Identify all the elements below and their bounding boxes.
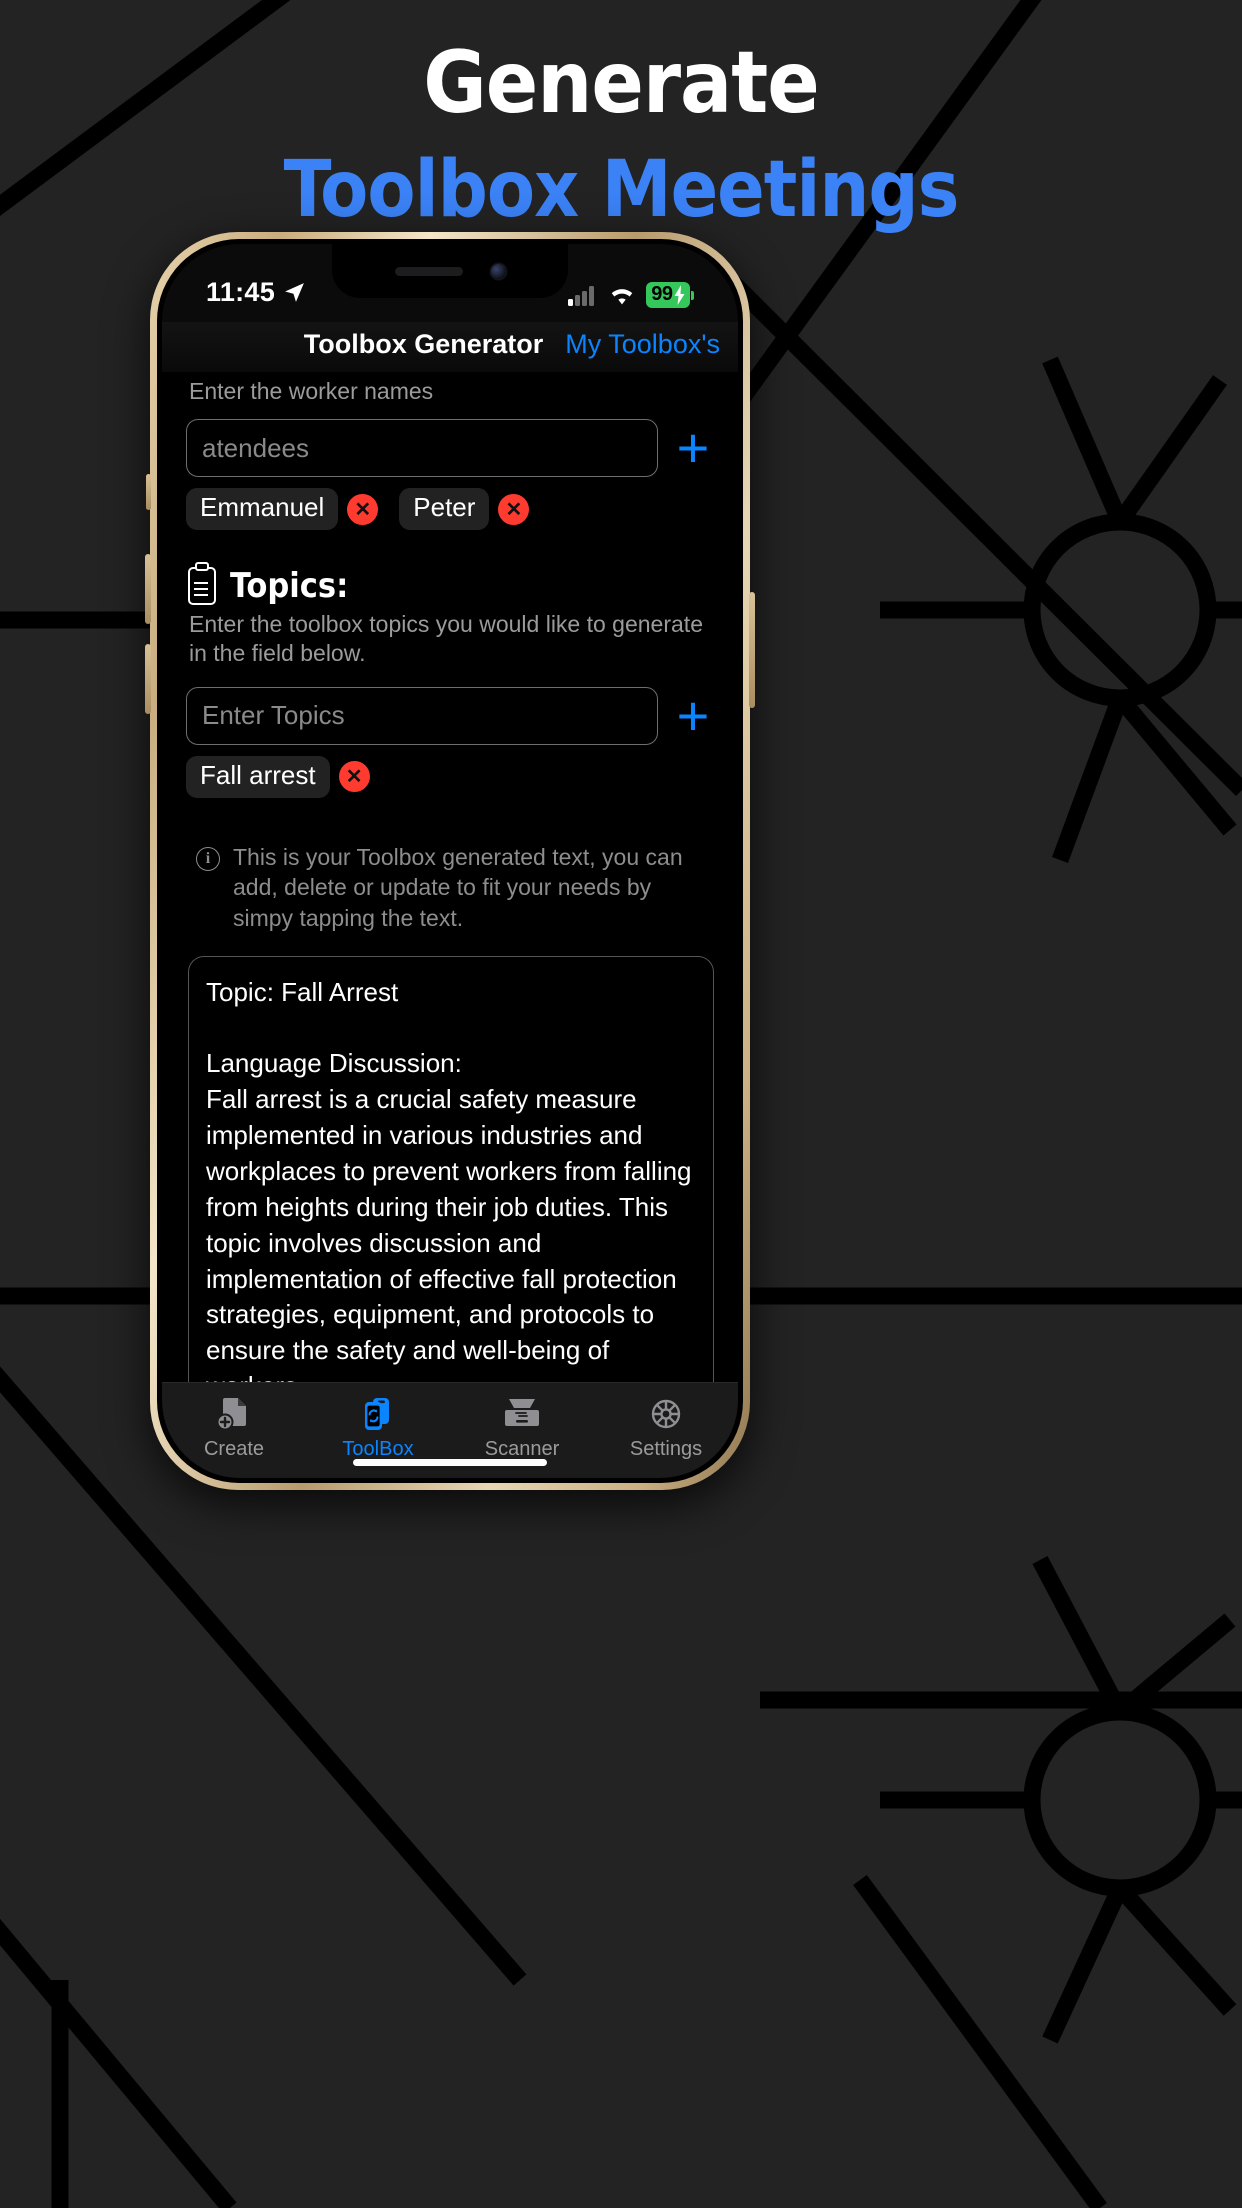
location-arrow-icon: [285, 283, 304, 302]
tab-toolbox[interactable]: ToolBox: [306, 1395, 450, 1461]
page-title: Toolbox Generator: [303, 328, 544, 359]
attendee-chip-list: Emmanuel ✕ Peter ✕: [186, 488, 714, 530]
wifi-icon: [611, 289, 633, 305]
clipboard-icon: [188, 562, 216, 605]
info-circle-icon: i: [196, 846, 220, 871]
tab-label: Settings: [629, 1438, 703, 1460]
my-toolboxes-link[interactable]: My Toolbox's: [565, 329, 720, 360]
gear-icon: [648, 1395, 684, 1433]
topics-heading-row: Topics:: [188, 562, 714, 606]
silent-switch[interactable]: [146, 474, 151, 510]
cellular-signal-icon: [568, 286, 595, 306]
power-button[interactable]: [749, 592, 755, 708]
note-text: This is your Toolbox generated text, you…: [233, 843, 683, 932]
earpiece-speaker: [394, 266, 463, 276]
topic-chip-list: Fall arrest ✕: [186, 755, 714, 798]
tab-scanner[interactable]: Scanner: [450, 1395, 594, 1461]
remove-topic-icon[interactable]: ✕: [338, 761, 370, 793]
attendee-chip[interactable]: Peter: [399, 488, 490, 530]
volume-down-button[interactable]: [145, 644, 151, 714]
add-attendee-button[interactable]: +: [672, 420, 714, 476]
attendees-input[interactable]: atendees: [186, 419, 658, 477]
nav-bar: Toolbox Generator My Toolbox's: [162, 322, 738, 372]
topics-input[interactable]: Enter Topics: [186, 686, 658, 745]
phone-mockup: 11:45 99 Toolbox Generator My Toolbox's …: [145, 232, 755, 1490]
tab-label: ToolBox: [342, 1438, 414, 1460]
tab-label: Create: [203, 1438, 265, 1460]
attendees-input-row: atendees +: [186, 419, 714, 477]
tab-settings[interactable]: Settings: [594, 1395, 738, 1461]
attendees-label: Enter the worker names: [189, 378, 434, 404]
battery-indicator: 99: [646, 282, 694, 308]
topics-heading: Topics:: [230, 566, 349, 606]
topic-chip[interactable]: Fall arrest: [186, 755, 330, 798]
tab-label: Scanner: [484, 1438, 560, 1460]
generated-text-area[interactable]: Topic: Fall Arrest Language Discussion: …: [188, 955, 714, 1382]
front-camera: [490, 263, 506, 279]
scanner-icon: [503, 1395, 541, 1433]
battery-level: 99: [651, 283, 673, 305]
remove-attendee-icon[interactable]: ✕: [347, 493, 379, 525]
promo-headline: Generate Toolbox Meetings: [0, 0, 1242, 232]
generated-text-note: i This is your Toolbox generated text, y…: [196, 842, 712, 934]
attendee-chip[interactable]: Emmanuel: [186, 488, 339, 530]
remove-attendee-icon[interactable]: ✕: [498, 493, 530, 525]
topics-helper-text: Enter the toolbox topics you would like …: [189, 611, 703, 667]
status-bar: 11:45 99: [162, 244, 738, 322]
phone-bezel: 11:45 99 Toolbox Generator My Toolbox's …: [157, 239, 743, 1483]
home-indicator[interactable]: [353, 1459, 547, 1466]
document-plus-icon: [217, 1395, 251, 1433]
scroll-content[interactable]: Enter the worker names atendees + Emmanu…: [162, 372, 738, 1382]
status-time: 11:45: [206, 277, 276, 307]
lightning-bolt-icon: [674, 284, 684, 305]
add-topic-button[interactable]: +: [672, 687, 714, 743]
headline-line-1: Generate: [423, 33, 819, 133]
volume-up-button[interactable]: [145, 554, 151, 624]
phone-sync-icon: [361, 1395, 395, 1433]
tab-create[interactable]: Create: [162, 1395, 306, 1461]
app-screen: 11:45 99 Toolbox Generator My Toolbox's …: [162, 244, 738, 1478]
headline-line-2: Toolbox Meetings: [283, 145, 960, 236]
battery-cap: [691, 290, 694, 300]
notch: [332, 244, 568, 298]
topics-input-row: Enter Topics +: [186, 686, 714, 745]
